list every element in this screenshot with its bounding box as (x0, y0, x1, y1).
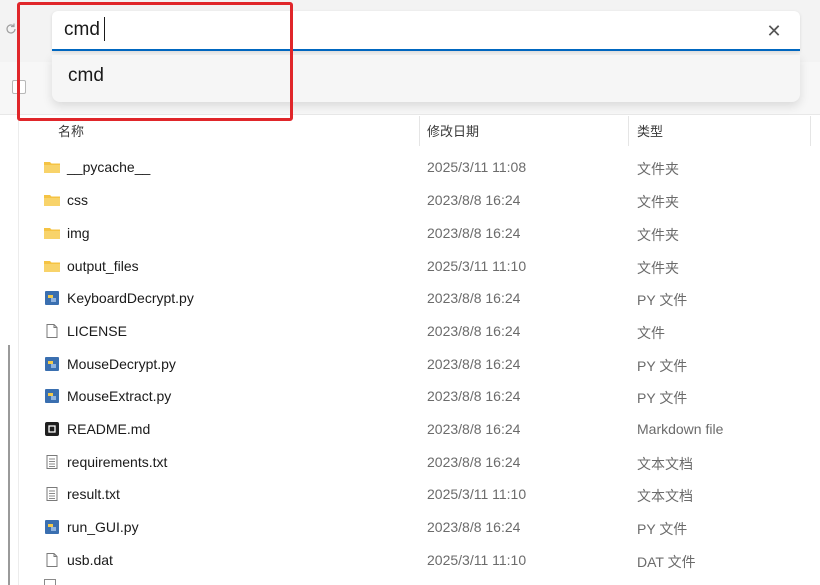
text-caret (104, 17, 105, 41)
file-explorer-window: ✕ cmd 名称 修改日期 类型 __pycache__ 2025/3/11 1… (0, 0, 820, 585)
file-type: PY 文件 (637, 358, 688, 374)
file-name: LICENSE (67, 323, 127, 339)
file-date: 2023/8/8 16:24 (427, 192, 521, 208)
file-date: 2025/3/11 11:10 (427, 258, 527, 274)
file-date: 2025/3/11 11:10 (427, 552, 527, 568)
file-date: 2023/8/8 16:24 (427, 225, 521, 241)
navigation-scrollbar[interactable] (8, 345, 10, 585)
address-input[interactable] (64, 15, 744, 45)
table-row[interactable]: KeyboardDecrypt.py 2023/8/8 16:24 PY 文件 (20, 282, 815, 314)
file-name: MouseDecrypt.py (67, 356, 176, 372)
file-type: 文本文档 (637, 488, 693, 504)
folder-icon (44, 261, 60, 272)
python-file-icon (45, 291, 59, 305)
file-type: Markdown file (637, 421, 724, 437)
table-row[interactable]: usb.dat 2025/3/11 11:10 DAT 文件 (20, 544, 815, 576)
table-row[interactable]: MouseExtract.py 2023/8/8 16:24 PY 文件 (20, 380, 815, 412)
column-header-type[interactable]: 类型 (637, 121, 663, 140)
column-header-date[interactable]: 修改日期 (427, 121, 479, 140)
table-row[interactable]: img 2023/8/8 16:24 文件夹 (20, 217, 815, 249)
column-separator[interactable] (628, 116, 629, 146)
table-row[interactable]: output_files 2025/3/11 11:10 文件夹 (20, 250, 815, 282)
table-row[interactable]: LICENSE 2023/8/8 16:24 文件 (20, 315, 815, 347)
text-file-icon (46, 455, 58, 469)
file-name: result.txt (67, 486, 120, 502)
column-separator[interactable] (810, 116, 811, 146)
select-all-checkbox[interactable] (12, 80, 26, 94)
file-date: 2023/8/8 16:24 (427, 421, 521, 437)
file-name: img (67, 225, 90, 241)
file-name: __pycache__ (67, 159, 151, 175)
table-row[interactable]: run_GUI.py 2023/8/8 16:24 PY 文件 (20, 511, 815, 543)
file-date: 2023/8/8 16:24 (427, 323, 521, 339)
blank-file-icon (46, 553, 58, 567)
file-name: MouseExtract.py (67, 388, 172, 404)
clear-address-button[interactable]: ✕ (760, 18, 788, 44)
file-name: output_files (67, 258, 139, 274)
suggestion-item[interactable]: cmd (68, 65, 104, 87)
markdown-file-icon (45, 422, 59, 436)
folder-icon (44, 228, 60, 239)
file-name: requirements.txt (67, 454, 168, 470)
file-type: 文件夹 (637, 260, 679, 276)
file-type: 文件夹 (637, 161, 679, 177)
table-row[interactable]: requirements.txt 2023/8/8 16:24 文本文档 (20, 446, 815, 478)
folder-icon (44, 162, 60, 173)
file-date: 2023/8/8 16:24 (427, 454, 521, 470)
table-row[interactable]: css 2023/8/8 16:24 文件夹 (20, 184, 815, 216)
python-file-icon (45, 520, 59, 534)
content-divider (18, 114, 19, 585)
table-row[interactable]: MouseDecrypt.py 2023/8/8 16:24 PY 文件 (20, 348, 815, 380)
file-type: 文本文档 (637, 456, 693, 472)
column-separator[interactable] (419, 116, 420, 146)
file-date: 2023/8/8 16:24 (427, 519, 521, 535)
table-row[interactable]: __pycache__ 2025/3/11 11:08 文件夹 (20, 151, 815, 183)
blank-file-icon (46, 324, 58, 338)
file-date: 2025/3/11 11:08 (427, 159, 527, 175)
file-type: 文件夹 (637, 227, 679, 243)
table-row[interactable]: result.txt 2025/3/11 11:10 文本文档 (20, 478, 815, 510)
file-date: 2023/8/8 16:24 (427, 290, 521, 306)
address-suggestions: cmd (52, 55, 800, 102)
file-type: PY 文件 (637, 292, 688, 308)
file-type: PY 文件 (637, 521, 688, 537)
file-date: 2023/8/8 16:24 (427, 388, 521, 404)
text-file-icon (46, 487, 58, 501)
refresh-icon[interactable] (4, 22, 18, 36)
close-icon: ✕ (766, 20, 782, 41)
file-date: 2023/8/8 16:24 (427, 356, 521, 372)
address-bar[interactable] (52, 11, 800, 51)
partial-file-icon (44, 579, 56, 585)
file-type: DAT 文件 (637, 554, 696, 570)
file-name: README.md (67, 421, 151, 437)
python-file-icon (45, 389, 59, 403)
file-name: usb.dat (67, 552, 113, 568)
file-date: 2025/3/11 11:10 (427, 486, 527, 502)
file-type: 文件夹 (637, 194, 679, 210)
file-type: PY 文件 (637, 390, 688, 406)
file-type: 文件 (637, 325, 665, 341)
file-name: KeyboardDecrypt.py (67, 290, 194, 306)
file-name: run_GUI.py (67, 519, 139, 535)
table-row[interactable]: README.md 2023/8/8 16:24 Markdown file (20, 413, 815, 445)
python-file-icon (45, 357, 59, 371)
column-header-name[interactable]: 名称 (58, 121, 84, 140)
file-name: css (67, 192, 88, 208)
folder-icon (44, 195, 60, 206)
